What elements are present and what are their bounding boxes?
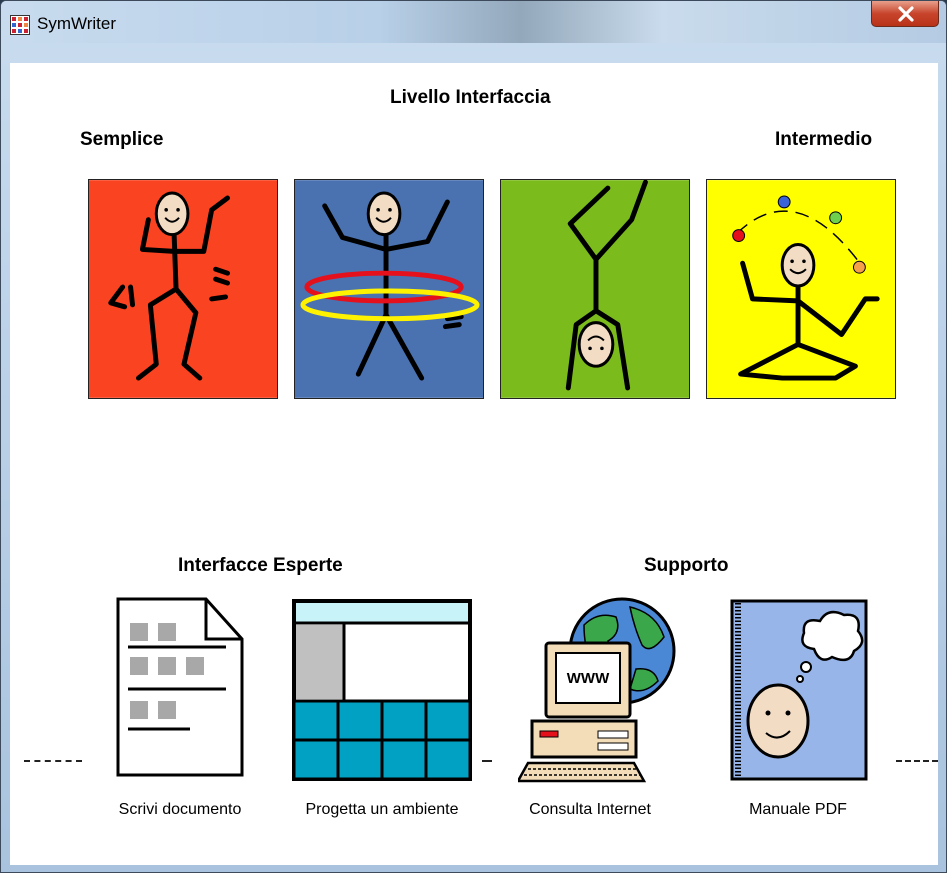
separator-line bbox=[24, 760, 82, 762]
title-bar[interactable]: SymWriter bbox=[1, 1, 946, 43]
simple-heading: Semplice bbox=[80, 129, 164, 150]
intermediate-heading: Intermedio bbox=[775, 129, 873, 150]
svg-text:WWW: WWW bbox=[567, 670, 610, 687]
browse-internet-button[interactable]: WWW bbox=[518, 597, 698, 785]
level-tile-handstand[interactable] bbox=[500, 179, 690, 399]
level-tile-juggling[interactable] bbox=[706, 179, 896, 399]
manual-book-icon bbox=[730, 599, 868, 781]
separator-line bbox=[896, 760, 938, 762]
grid-app-icon bbox=[10, 15, 30, 35]
expert-heading: Interfacce Esperte bbox=[178, 555, 343, 576]
browse-internet-label: Consulta Internet bbox=[529, 801, 651, 818]
write-document-button[interactable] bbox=[106, 595, 256, 780]
write-document-label: Scrivi documento bbox=[118, 801, 242, 818]
level-tile-hula-hoop[interactable] bbox=[294, 179, 484, 399]
close-icon bbox=[898, 6, 914, 22]
design-environment-label: Progetta un ambiente bbox=[305, 801, 459, 818]
dancing-figure-icon bbox=[89, 180, 277, 398]
pdf-manual-label: Manuale PDF bbox=[749, 801, 847, 818]
app-window: SymWriter Livello Interfaccia Semplice I… bbox=[0, 0, 947, 873]
support-heading: Supporto bbox=[644, 555, 729, 576]
design-environment-button[interactable] bbox=[292, 599, 472, 781]
separator-line bbox=[482, 760, 492, 762]
window-title: SymWriter bbox=[37, 14, 117, 33]
level-heading: Livello Interfaccia bbox=[390, 87, 551, 108]
document-icon bbox=[116, 597, 244, 777]
juggling-figure-icon bbox=[707, 180, 895, 398]
level-tile-dancing[interactable] bbox=[88, 179, 278, 399]
client-area: Livello Interfaccia Semplice Intermedio bbox=[10, 63, 938, 865]
grid-environment-icon bbox=[292, 599, 472, 781]
handstand-figure-icon bbox=[501, 180, 689, 398]
hula-hoop-figure-icon bbox=[295, 180, 483, 398]
close-button[interactable] bbox=[871, 1, 939, 27]
computer-globe-icon: WWW bbox=[518, 597, 676, 783]
pdf-manual-button[interactable] bbox=[728, 599, 870, 783]
